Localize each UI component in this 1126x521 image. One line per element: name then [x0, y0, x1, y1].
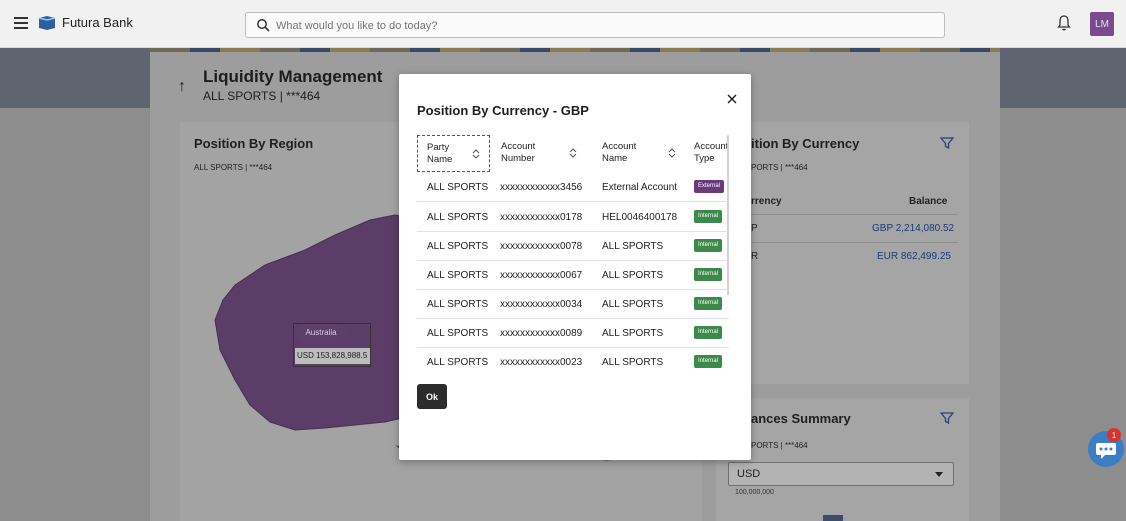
table-row[interactable]: ALL SPORTS xxxxxxxxxxxx0078 ALL SPORTS I… — [417, 232, 729, 261]
balances-card-title: ances Summary — [751, 411, 851, 426]
account-name-cell: HEL0046400178 — [602, 212, 678, 223]
account-number-cell: xxxxxxxxxxxx0067 — [500, 270, 583, 281]
chart-bar — [823, 515, 843, 521]
account-name-cell: ALL SPORTS — [602, 357, 664, 368]
position-by-currency-dialog: Position By Currency - GBP Party Name Ac… — [399, 74, 751, 460]
table-row[interactable]: ALL SPORTS xxxxxxxxxxxx0023 ALL SPORTS I… — [417, 348, 729, 371]
sort-icon[interactable] — [569, 148, 577, 158]
account-type-badge: Internal — [694, 355, 723, 368]
account-name-cell: ALL SPORTS — [602, 299, 664, 310]
region-card-subtitle: ALL SPORTS | ***464 — [194, 163, 273, 172]
balance-column-header: Balance — [909, 196, 948, 207]
table-row[interactable]: ALL SPORTS xxxxxxxxxxxx0034 ALL SPORTS I… — [417, 290, 729, 319]
map-region-label: Australia — [296, 324, 346, 340]
back-arrow-icon[interactable]: ↑ — [178, 78, 186, 96]
account-number-cell: xxxxxxxxxxxx0178 — [500, 212, 583, 223]
divider — [728, 214, 958, 215]
account-number-cell: xxxxxxxxxxxx3456 — [500, 182, 583, 193]
currency-row-balance[interactable]: EUR 862,499.25 — [877, 251, 951, 262]
chevron-down-icon — [935, 472, 943, 477]
account-number-cell: xxxxxxxxxxxx0078 — [500, 241, 583, 252]
sort-icon[interactable] — [472, 149, 480, 159]
currency-select[interactable]: USD — [728, 462, 954, 486]
sort-icon[interactable] — [668, 148, 676, 158]
hamburger-menu-icon[interactable] — [14, 17, 28, 29]
bank-logo-icon — [38, 16, 56, 30]
account-type-column-header[interactable]: Account Type — [694, 135, 730, 172]
page-title: Liquidity Management — [203, 67, 383, 86]
filter-icon[interactable] — [940, 136, 954, 150]
table-row[interactable]: ALL SPORTS xxxxxxxxxxxx0089 ALL SPORTS I… — [417, 319, 729, 348]
search-box[interactable] — [245, 12, 945, 38]
region-card-title: Position By Region — [194, 136, 314, 151]
party-name-cell: ALL SPORTS — [427, 299, 489, 310]
map-region-value: USD 153,828,988.5 — [295, 348, 370, 364]
currency-row-balance[interactable]: GBP 2,214,080.52 — [872, 223, 954, 234]
account-name-cell: ALL SPORTS — [602, 328, 664, 339]
balances-card-subtitle: PORTS | ***464 — [751, 441, 808, 450]
currency-card-title: ition By Currency — [751, 136, 860, 151]
account-type-badge: External — [694, 180, 725, 193]
chat-notification-badge: 1 — [1107, 428, 1121, 442]
currency-row-currency: P — [751, 223, 758, 234]
accounts-table: Party Name Account Number Account Name A… — [417, 135, 730, 371]
user-avatar[interactable]: LM — [1090, 12, 1114, 36]
currency-card-subtitle: PORTS | ***464 — [751, 163, 808, 172]
party-name-cell: ALL SPORTS — [427, 182, 489, 193]
search-input[interactable] — [276, 16, 926, 35]
currency-column-header: rrency — [751, 196, 782, 207]
account-name-cell: External Account — [602, 182, 678, 193]
account-type-badge: Internal — [694, 239, 723, 252]
party-name-column-header[interactable]: Party Name — [417, 135, 490, 172]
party-name-cell: ALL SPORTS — [427, 241, 489, 252]
account-type-badge: Internal — [694, 326, 723, 339]
currency-row-currency: R — [751, 251, 759, 262]
party-name-cell: ALL SPORTS — [427, 357, 489, 368]
account-type-header-label: Account Type — [694, 141, 729, 164]
account-number-cell: xxxxxxxxxxxx0023 — [500, 357, 583, 368]
divider — [728, 242, 958, 243]
top-bar: Futura Bank LM — [0, 0, 1126, 48]
party-name-cell: ALL SPORTS — [427, 212, 489, 223]
account-type-badge: Internal — [694, 268, 723, 281]
account-type-badge: Internal — [694, 297, 723, 310]
brand-name: Futura Bank — [62, 15, 133, 30]
table-row[interactable]: ALL SPORTS xxxxxxxxxxxx0178 HEL004640017… — [417, 203, 729, 232]
ok-button[interactable]: Ok — [417, 384, 447, 409]
table-row[interactable]: ALL SPORTS xxxxxxxxxxxx3456 External Acc… — [417, 173, 729, 202]
account-name-cell: ALL SPORTS — [602, 270, 664, 281]
table-row[interactable]: ALL SPORTS xxxxxxxxxxxx0067 ALL SPORTS I… — [417, 261, 729, 290]
account-number-cell: xxxxxxxxxxxx0089 — [500, 328, 583, 339]
party-name-header-label: Party Name — [427, 142, 453, 165]
close-icon[interactable] — [725, 92, 739, 106]
party-name-cell: ALL SPORTS — [427, 270, 489, 281]
party-name-cell: ALL SPORTS — [427, 328, 489, 339]
filter-icon[interactable] — [940, 411, 954, 425]
chart-axis-label: 100,000,000 — [735, 489, 774, 496]
account-name-header-label: Account Name — [602, 141, 637, 164]
page-subtitle: ALL SPORTS | ***464 — [203, 89, 321, 103]
account-number-column-header[interactable]: Account Number — [501, 135, 591, 172]
account-name-column-header[interactable]: Account Name — [602, 135, 692, 172]
notification-bell-icon[interactable] — [1056, 14, 1072, 32]
account-number-header-label: Account Number — [501, 141, 536, 164]
account-type-badge: Internal — [694, 210, 723, 223]
account-name-cell: ALL SPORTS — [602, 241, 664, 252]
dialog-title: Position By Currency - GBP — [417, 103, 589, 118]
currency-select-value: USD — [737, 468, 761, 480]
search-icon — [257, 19, 270, 32]
account-number-cell: xxxxxxxxxxxx0034 — [500, 299, 583, 310]
